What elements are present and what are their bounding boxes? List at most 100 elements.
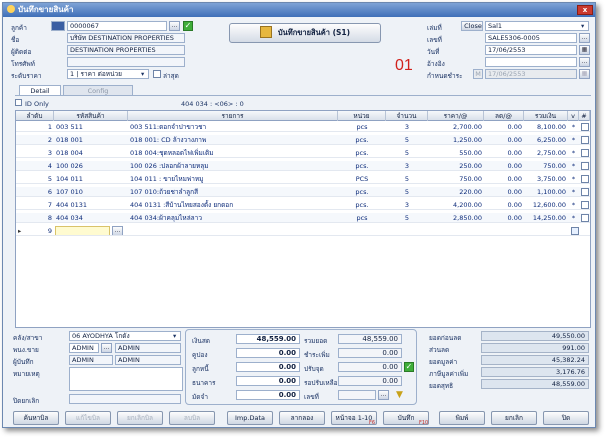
tab-config[interactable]: Config (63, 85, 133, 95)
table-row[interactable]: 8 404 034 404 034:ผ้าคลุมไหล่ลาว pcs 5 2,850.… (16, 213, 590, 223)
due-calendar-icon: ▦ (579, 69, 590, 79)
net-label: ยอดมูลค่า (429, 358, 458, 366)
table-row[interactable]: 5 104 011 104 011 : ขายไหมพ่าหมู PCS 5 750.00… (16, 174, 590, 184)
cell-disc: 0.00 (507, 136, 522, 144)
cell-no: 4 (47, 162, 52, 170)
cell-qty: 3 (404, 123, 410, 131)
table-row[interactable]: 7 404 0131 404 0131 :สีบ้านไทยสองตั้ง ยกดอ… (16, 200, 590, 210)
row-checkbox[interactable] (581, 149, 589, 157)
cancel-button[interactable]: ยกเลิก (491, 411, 537, 425)
phone-field[interactable] (67, 57, 185, 67)
calendar-icon[interactable]: ▦ (579, 45, 590, 55)
due-label: กำหนดชำระ (427, 72, 463, 80)
cell-price: 2,700.00 (453, 123, 482, 131)
debtor-field[interactable]: 0.00 (236, 362, 300, 372)
tab-detail[interactable]: Detail (19, 85, 61, 95)
last-price-checkbox[interactable] (153, 70, 161, 78)
table-row[interactable]: 2 018 001 018 001: CD ล้างวางภาพ pcs. 5 1,250… (16, 135, 590, 145)
cell-code: 018 001 (56, 136, 83, 144)
close-book-button[interactable]: Close (461, 21, 483, 31)
reference-field[interactable] (485, 57, 577, 67)
customer-search-icon[interactable]: … (169, 21, 180, 31)
deposit-field[interactable]: 0.00 (236, 390, 300, 400)
contact-field[interactable]: DESTINATION PROPERTIES (67, 45, 185, 55)
cell-disc: 0.00 (507, 201, 522, 209)
cell-total: 2,750.00 (537, 149, 566, 157)
close-button[interactable]: ปิด (543, 411, 589, 425)
reference-search-icon[interactable]: … (579, 57, 590, 67)
docno-field[interactable]: SALE5306-0005 (485, 33, 577, 43)
cell-total: 1,100.00 (537, 188, 566, 196)
table-row[interactable]: 6 107 010 107 010:ถ้วยชาลำลูกสี pcs. 5 220.00… (16, 187, 590, 197)
cell-disc: 0.00 (507, 175, 522, 183)
warehouse-chevron-down-icon[interactable]: ▾ (173, 332, 176, 340)
coupon-label: คูปอง (192, 351, 208, 359)
total-field: 48,559.00 (338, 334, 402, 344)
row-checkbox[interactable] (581, 162, 589, 170)
bank-field[interactable]: 0.00 (236, 376, 300, 386)
cell-total: 14,250.00 (532, 214, 566, 222)
cash-field[interactable]: 48,559.00 (236, 334, 300, 344)
book-select[interactable]: Sal1 (485, 21, 589, 31)
import-data-button[interactable]: Imp.Data (227, 411, 273, 425)
number-label: เลขที่ (304, 393, 319, 401)
date-field[interactable]: 17/06/2553 (485, 45, 577, 55)
cell-code: 100 026 (56, 162, 83, 170)
note-textarea[interactable] (69, 367, 183, 391)
table-row[interactable]: 1 003 511 003 511:ดอกจำปาขาวชา pcs 3 2,700.00… (16, 122, 590, 132)
discount-label: ส่วนลด (429, 346, 450, 354)
docno-search-icon[interactable]: … (579, 33, 590, 43)
app-icon (7, 5, 15, 13)
salesperson-code[interactable]: ADMIN (69, 343, 99, 353)
table-row[interactable]: 4 100 026 100 026 :ปลอกผ้าลายหลุม pcs. 3 250.… (16, 161, 590, 171)
chevron-down-icon[interactable]: ▾ (141, 70, 144, 78)
salesperson-search-icon[interactable]: … (101, 343, 112, 353)
cell-unit: pcs. (355, 201, 369, 209)
cancel-bill-button[interactable]: ยกเลิกบิล (117, 411, 163, 425)
round-field[interactable]: 0.00 (338, 362, 402, 372)
copy-from-button[interactable]: ลากลอง (279, 411, 325, 425)
cell-qty: 5 (404, 175, 410, 183)
id-only-checkbox[interactable] (15, 99, 22, 106)
last-price-label: ล่าสุด (163, 72, 179, 80)
new-row-checkbox[interactable] (571, 227, 579, 235)
coupon-field[interactable]: 0.00 (236, 348, 300, 358)
price-level-select[interactable]: 1 | ราคา ต่อหน่วย (67, 69, 149, 79)
table-row[interactable]: 3 018 004 018 004:ชุดหลอดไฟเพิ่มเติม pcs. 5 5… (16, 148, 590, 158)
cell-code: 404 0131 (56, 201, 88, 209)
warehouse-select[interactable]: 06 AYODHYA โกดัง (69, 331, 181, 341)
sales-window: บันทึกขายสินค้า x ลูกค้า 0000067 … ✓ ชื่… (2, 2, 596, 428)
cell-v: * (571, 175, 576, 183)
due-mode-field: M (473, 69, 483, 79)
save-sales-button[interactable]: บันทึกขายสินค้า (S1) (229, 23, 381, 43)
row-checkbox[interactable] (581, 188, 589, 196)
col-unit: หน่วย (338, 111, 386, 121)
row-checkbox[interactable] (581, 136, 589, 144)
vat-value: 3,176.76 (481, 367, 589, 377)
round-check-icon[interactable]: ✓ (404, 362, 414, 372)
grid-header: ลำดับ รหัสสินค้า รายการ หน่วย จำนวน ราคา… (16, 111, 590, 121)
remain-field: 0.00 (338, 376, 402, 386)
cell-qty: 3 (404, 162, 410, 170)
edit-bill-button[interactable]: แก้ไขบิล (65, 411, 111, 425)
print-button[interactable]: พิมพ์ (439, 411, 485, 425)
number-search-icon[interactable]: … (378, 390, 389, 400)
row-checkbox[interactable] (581, 123, 589, 131)
number-field[interactable] (338, 390, 376, 400)
grand-total-label: ยอดสุทธิ (429, 382, 454, 390)
cell-qty: 5 (404, 188, 410, 196)
cell-code: 107 010 (56, 188, 83, 196)
cell-disc: 0.00 (507, 123, 522, 131)
book-chevron-down-icon[interactable]: ▾ (581, 22, 584, 30)
row-checkbox[interactable] (581, 201, 589, 209)
row-checkbox[interactable] (581, 175, 589, 183)
search-bill-button[interactable]: ค้นหาบิล (13, 411, 59, 425)
row-checkbox[interactable] (581, 214, 589, 222)
customer-code-field[interactable]: 0000067 (67, 21, 167, 31)
customer-name-field[interactable]: บริษัท DESTINATION PROPERTIES (67, 33, 185, 43)
cell-price: 2,850.00 (453, 214, 482, 222)
cell-desc: 018 001: CD ล้างวางภาพ (130, 136, 207, 144)
window-close-button[interactable]: x (577, 5, 593, 15)
delete-bill-button[interactable]: ลบบิล (169, 411, 215, 425)
customer-card-icon (51, 21, 65, 31)
